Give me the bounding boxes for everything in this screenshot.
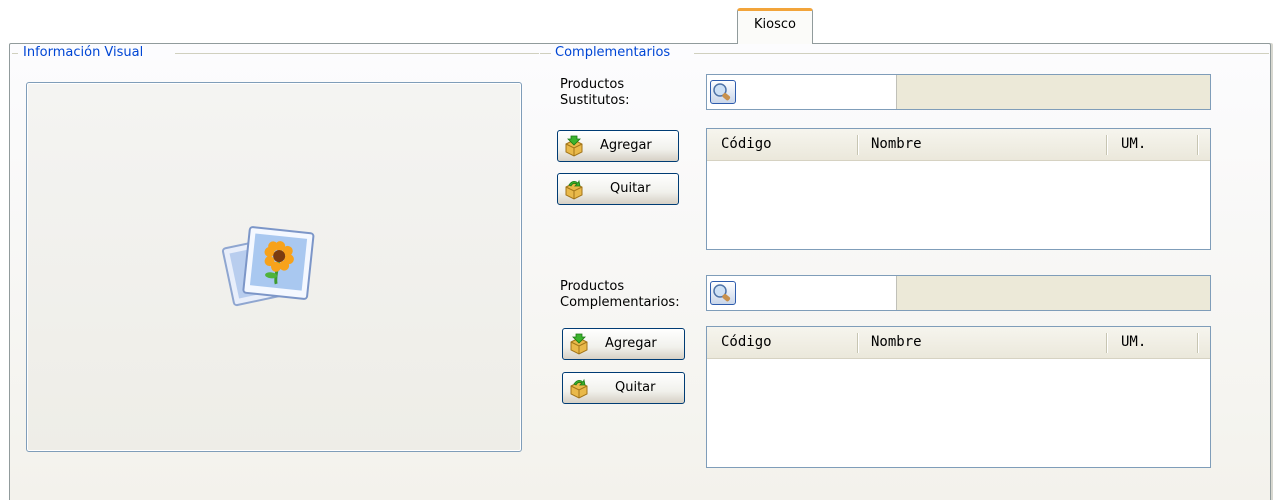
remove-box-icon <box>570 378 588 399</box>
complementarios-add-label: Agregar <box>605 336 657 351</box>
complementarios-label-line1: Productos <box>560 279 625 294</box>
column-separator[interactable] <box>857 135 858 155</box>
complementarios-grid[interactable]: Código Nombre UM. <box>706 326 1211 468</box>
group-border <box>175 53 539 54</box>
group-border <box>540 53 551 54</box>
column-header-nombre[interactable]: Nombre <box>871 334 922 350</box>
sustitutos-label-line2: Sustitutos: <box>560 93 630 108</box>
sustitutos-lookup-button[interactable] <box>710 80 736 104</box>
complementarios-lookup-button[interactable] <box>710 281 736 305</box>
complementarios-label: Productos Complementarios: <box>560 279 680 311</box>
column-header-nombre[interactable]: Nombre <box>871 136 922 152</box>
sustitutos-remove-label: Quitar <box>610 181 651 196</box>
column-separator[interactable] <box>1197 135 1198 155</box>
column-separator[interactable] <box>1106 333 1107 353</box>
remove-box-icon <box>565 179 583 200</box>
complementarios-label-line2: Complementarios: <box>560 295 680 310</box>
column-header-codigo[interactable]: Código <box>721 334 772 350</box>
complementarios-lookup[interactable] <box>706 275 1211 311</box>
complementarios-remove-label: Quitar <box>615 380 656 395</box>
picture-icon <box>221 226 315 307</box>
complementarios-remove-button[interactable]: Quitar <box>562 372 685 404</box>
sustitutos-label: Productos Sustitutos: <box>560 77 630 109</box>
sustitutos-add-label: Agregar <box>600 138 652 153</box>
column-separator[interactable] <box>1197 333 1198 353</box>
column-separator[interactable] <box>1106 135 1107 155</box>
sustitutos-grid-header: Código Nombre UM. <box>707 129 1210 161</box>
sustitutos-label-line1: Productos <box>560 77 625 92</box>
column-separator[interactable] <box>857 333 858 353</box>
sustitutos-add-button[interactable]: Agregar <box>557 130 679 162</box>
column-header-um[interactable]: UM. <box>1121 334 1146 350</box>
sustitutos-remove-button[interactable]: Quitar <box>557 173 679 205</box>
complementarios-add-button[interactable]: Agregar <box>562 328 685 360</box>
group-title-complementarios: Complementarios <box>555 45 671 60</box>
complementarios-grid-header: Código Nombre UM. <box>707 327 1210 359</box>
column-header-codigo[interactable]: Código <box>721 136 772 152</box>
group-title-visual: Información Visual <box>23 45 144 60</box>
add-box-icon <box>570 333 588 355</box>
group-border <box>12 53 18 54</box>
column-header-um[interactable]: UM. <box>1121 136 1146 152</box>
sustitutos-lookup[interactable] <box>706 74 1211 110</box>
add-box-icon <box>565 135 583 157</box>
search-icon <box>713 284 731 302</box>
tab-kiosco[interactable]: Kiosco <box>737 8 813 44</box>
tab-kiosco-label: Kiosco <box>754 17 796 32</box>
group-border <box>694 53 1269 54</box>
sustitutos-grid[interactable]: Código Nombre UM. <box>706 128 1211 250</box>
search-icon <box>713 83 731 101</box>
